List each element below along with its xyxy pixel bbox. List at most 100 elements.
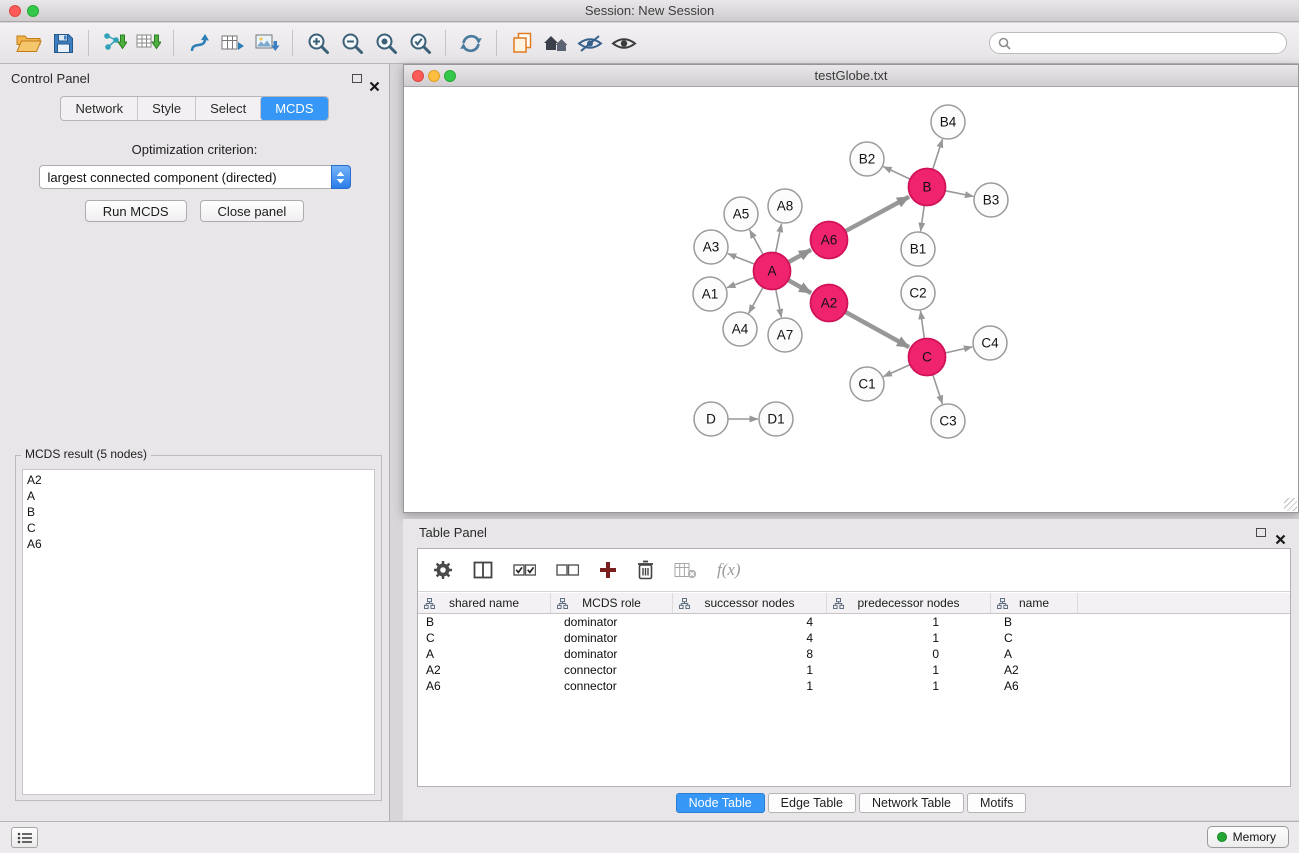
close-panel-button[interactable]: Close panel	[200, 200, 305, 222]
show-hide-graphics-button[interactable]	[573, 27, 607, 59]
close-panel-icon[interactable]	[369, 73, 380, 84]
column-header-successor-nodes[interactable]: successor nodes	[673, 593, 827, 613]
zoom-fit-button[interactable]	[369, 27, 403, 59]
node-A7[interactable]: A7	[768, 318, 802, 352]
delete-table-button[interactable]	[674, 561, 697, 579]
node-B3[interactable]: B3	[974, 183, 1008, 217]
edge-B-B3[interactable]	[945, 191, 973, 197]
new-network-table-button[interactable]	[216, 27, 250, 59]
node-A6[interactable]: A6	[811, 222, 848, 259]
tab-select[interactable]: Select	[195, 97, 260, 120]
edge-A-A5[interactable]	[750, 230, 764, 255]
table-row[interactable]: Bdominator41B	[418, 614, 1290, 630]
function-builder-button[interactable]: f(x)	[717, 560, 741, 580]
table-row[interactable]: A2connector11A2	[418, 662, 1290, 678]
edge-A-A1[interactable]	[727, 277, 755, 287]
tab-style[interactable]: Style	[137, 97, 195, 120]
export-image-button[interactable]	[250, 27, 284, 59]
network-zoom-button[interactable]	[444, 70, 456, 82]
delete-column-button[interactable]	[637, 560, 654, 580]
node-D1[interactable]: D1	[759, 402, 793, 436]
edge-A-A3[interactable]	[728, 254, 755, 265]
network-canvas[interactable]: B4B2BB3A5A8A6B1A3AC2A1A2A4A7C4CC1C3DD1	[404, 88, 1298, 512]
edge-C-C4[interactable]	[945, 347, 972, 353]
edge-A-A6[interactable]	[788, 250, 811, 262]
node-A[interactable]: A	[754, 253, 791, 290]
mcds-result-list[interactable]: A2ABCA6	[22, 469, 375, 795]
column-header-name[interactable]: name	[991, 593, 1078, 613]
node-C3[interactable]: C3	[931, 404, 965, 438]
mcds-result-item[interactable]: C	[27, 520, 374, 536]
save-session-button[interactable]	[46, 27, 80, 59]
mcds-result-item[interactable]: B	[27, 504, 374, 520]
node-C1[interactable]: C1	[850, 367, 884, 401]
import-table-file-button[interactable]	[131, 27, 165, 59]
edge-A-A7[interactable]	[776, 289, 782, 317]
column-header-MCDS-role[interactable]: MCDS role	[551, 593, 673, 613]
edge-A6-B[interactable]	[845, 197, 909, 231]
zoom-out-button[interactable]	[335, 27, 369, 59]
node-A8[interactable]: A8	[768, 189, 802, 223]
close-table-panel-icon[interactable]	[1275, 527, 1286, 538]
node-A1[interactable]: A1	[693, 277, 727, 311]
node-B4[interactable]: B4	[931, 105, 965, 139]
edge-A-A2[interactable]	[788, 280, 811, 293]
edge-A-A8[interactable]	[776, 224, 782, 253]
node-A5[interactable]: A5	[724, 197, 758, 231]
table-row[interactable]: A6connector11A6	[418, 678, 1290, 694]
edge-C-C1[interactable]	[883, 365, 910, 377]
edge-A2-C[interactable]	[845, 312, 909, 347]
node-A2[interactable]: A2	[811, 285, 848, 322]
table-settings-button[interactable]	[433, 560, 453, 580]
edge-B-B4[interactable]	[933, 139, 943, 169]
search-field[interactable]	[989, 32, 1287, 54]
edge-A-A4[interactable]	[749, 287, 763, 313]
window-resize-grip[interactable]	[1284, 498, 1297, 511]
edge-C-C2[interactable]	[921, 311, 925, 339]
node-C[interactable]: C	[909, 339, 946, 376]
mcds-result-item[interactable]: A	[27, 488, 374, 504]
tab-network[interactable]: Network	[61, 97, 137, 120]
network-graph[interactable]: B4B2BB3A5A8A6B1A3AC2A1A2A4A7C4CC1C3DD1	[404, 88, 1298, 512]
network-minimize-button[interactable]	[428, 70, 440, 82]
tab-network-table[interactable]: Network Table	[859, 793, 964, 813]
show-details-button[interactable]	[607, 27, 641, 59]
network-from-selection-button[interactable]	[182, 27, 216, 59]
node-B[interactable]: B	[909, 169, 946, 206]
column-header-shared-name[interactable]: shared name	[418, 593, 551, 613]
add-column-button[interactable]	[599, 561, 617, 579]
node-D[interactable]: D	[694, 402, 728, 436]
memory-button[interactable]: Memory	[1207, 826, 1289, 848]
tab-node-table[interactable]: Node Table	[676, 793, 765, 813]
mcds-result-item[interactable]: A2	[27, 472, 374, 488]
deselect-all-button[interactable]	[556, 563, 579, 577]
run-mcds-button[interactable]: Run MCDS	[85, 200, 187, 222]
edge-C-C3[interactable]	[933, 375, 943, 404]
tab-motifs[interactable]: Motifs	[967, 793, 1026, 813]
node-B2[interactable]: B2	[850, 142, 884, 176]
node-C4[interactable]: C4	[973, 326, 1007, 360]
node-A3[interactable]: A3	[694, 230, 728, 264]
import-network-file-button[interactable]	[97, 27, 131, 59]
home-layout-button[interactable]	[539, 27, 573, 59]
edge-B-B1[interactable]	[921, 205, 925, 231]
float-table-panel-icon[interactable]	[1256, 528, 1266, 537]
node-B1[interactable]: B1	[901, 232, 935, 266]
show-panels-button[interactable]	[11, 827, 38, 848]
network-close-button[interactable]	[412, 70, 424, 82]
table-row[interactable]: Cdominator41C	[418, 630, 1290, 646]
tab-edge-table[interactable]: Edge Table	[768, 793, 856, 813]
zoom-selected-button[interactable]	[403, 27, 437, 59]
copy-button[interactable]	[505, 27, 539, 59]
search-input[interactable]	[1016, 36, 1278, 50]
column-view-button[interactable]	[473, 560, 493, 580]
window-close-button[interactable]	[9, 5, 21, 17]
open-file-button[interactable]	[12, 27, 46, 59]
refresh-view-button[interactable]	[454, 27, 488, 59]
zoom-in-button[interactable]	[301, 27, 335, 59]
criterion-dropdown[interactable]: largest connected component (directed)	[39, 165, 351, 189]
node-C2[interactable]: C2	[901, 276, 935, 310]
tab-mcds[interactable]: MCDS	[260, 97, 327, 120]
select-all-button[interactable]	[513, 563, 536, 577]
mcds-result-item[interactable]: A6	[27, 536, 374, 552]
